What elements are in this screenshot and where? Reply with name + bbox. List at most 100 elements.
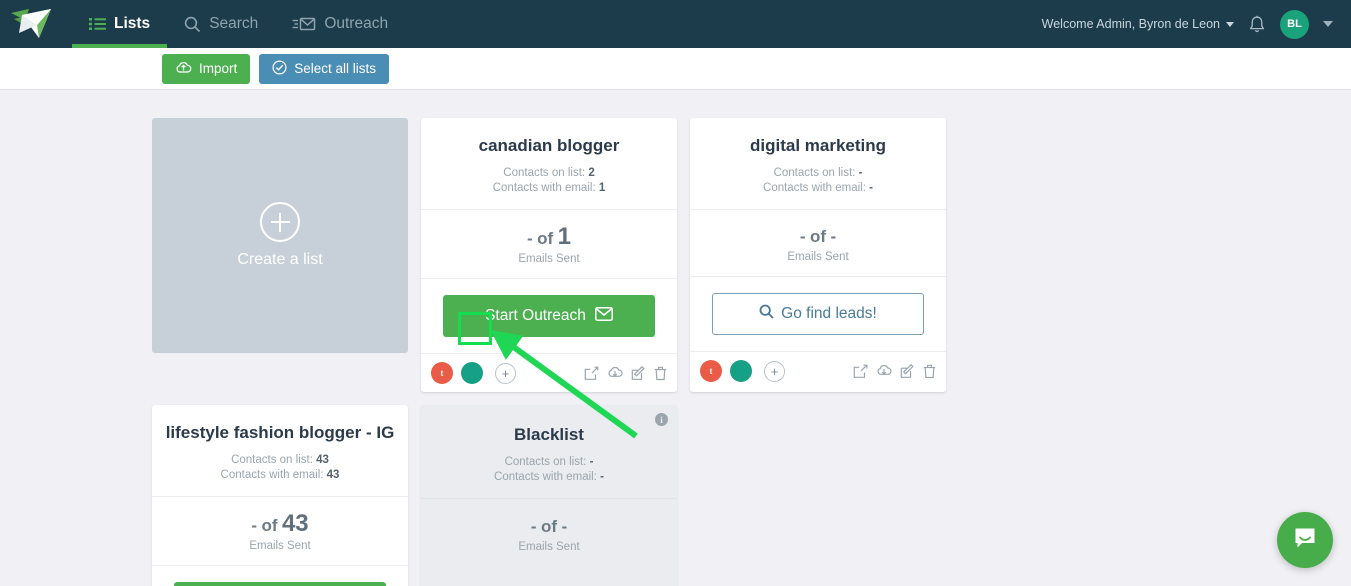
blacklist-stats: - of - Emails Sent — [421, 499, 677, 561]
contacts-with-email-value: 43 — [326, 469, 340, 481]
avatar-initials: t — [440, 368, 444, 378]
avatar-initials: BL — [1287, 18, 1302, 30]
contacts-with-email-value: - — [600, 471, 604, 483]
chevron-down-icon[interactable] — [1323, 21, 1333, 27]
nav-tab-search-label: Search — [209, 15, 259, 32]
list-card-action: Go find leads! — [690, 277, 946, 352]
list-card-stats: - of 1 Emails Sent — [421, 210, 677, 279]
top-bar-right-cluster: Welcome Admin, Byron de Leon BL — [1042, 0, 1351, 48]
emails-total-count: 43 — [281, 510, 309, 537]
list-card: lifestyle fashion blogger - IG Contacts … — [152, 405, 408, 586]
lists-content-area: Create a list canadian blogger Contacts … — [0, 90, 1351, 586]
emails-sent-label: Emails Sent — [787, 251, 849, 263]
list-card-actions — [584, 365, 667, 381]
list-card-header: lifestyle fashion blogger - IG Contacts … — [152, 405, 408, 497]
list-card-actions — [853, 363, 936, 379]
contacts-on-list-label: Contacts on list: — [504, 456, 587, 468]
envelope-logo[interactable] — [0, 0, 62, 48]
list-card-stats: - of - Emails Sent — [690, 210, 946, 277]
lists-toolbar: Import Select all lists — [0, 48, 1351, 90]
contacts-on-list: Contacts on list: - — [433, 455, 665, 470]
start-outreach-button[interactable]: Start Outreach — [174, 582, 386, 586]
start-outreach-label: Start Outreach — [485, 307, 586, 324]
contacts-on-list: Contacts on list: - — [702, 166, 934, 181]
emails-sent-ratio: - of 43 — [162, 512, 398, 539]
list-card-title: canadian blogger — [478, 136, 620, 155]
start-outreach-button[interactable]: Start Outreach — [443, 295, 655, 337]
info-icon-char: i — [660, 414, 663, 425]
contacts-with-email: Contacts with email: - — [702, 181, 934, 196]
avatar[interactable] — [730, 360, 752, 382]
select-all-lists-button[interactable]: Select all lists — [259, 53, 390, 84]
user-welcome-menu[interactable]: Welcome Admin, Byron de Leon — [1042, 17, 1234, 31]
trash-icon[interactable] — [923, 364, 936, 379]
info-icon[interactable]: i — [655, 413, 668, 426]
avatar[interactable]: BL — [1280, 9, 1309, 39]
contacts-on-list: Contacts on list: 2 — [433, 166, 665, 181]
add-member-button[interactable]: + — [495, 362, 516, 384]
list-card-action: Start Outreach — [421, 279, 677, 354]
edit-pencil-icon[interactable] — [631, 365, 646, 381]
emails-sent-ratio: - of - — [431, 515, 667, 540]
import-button-label: Import — [199, 61, 238, 76]
chat-widget-button[interactable] — [1277, 512, 1333, 568]
of-label: of — [261, 516, 278, 535]
cloud-download-icon[interactable] — [607, 366, 623, 380]
emails-sent-count: - — [251, 516, 257, 535]
emails-total-count: - — [561, 517, 568, 536]
contacts-on-list-value: - — [858, 167, 863, 179]
contacts-with-email: Contacts with email: 43 — [164, 468, 396, 483]
cloud-download-icon[interactable] — [876, 364, 892, 378]
contacts-with-email: Contacts with email: 1 — [433, 181, 665, 196]
avatar[interactable]: t — [700, 360, 722, 382]
emails-sent-count: - — [799, 227, 806, 246]
list-card-header: canadian blogger Contacts on list: 2 Con… — [421, 118, 677, 210]
contacts-with-email: Contacts with email: - — [433, 470, 665, 485]
import-button[interactable]: Import — [162, 53, 251, 84]
contacts-with-email-label: Contacts with email: — [220, 469, 324, 481]
blacklist-header: Blacklist Contacts on list: - Contacts w… — [421, 405, 677, 499]
lists-grid: Create a list canadian blogger Contacts … — [152, 118, 1212, 586]
select-all-lists-label: Select all lists — [294, 61, 377, 76]
contacts-on-list-value: - — [589, 456, 594, 468]
nav-tab-lists[interactable]: Lists — [72, 0, 168, 48]
edit-pencil-icon[interactable] — [900, 363, 915, 379]
app-root: Lists Search Outreach Welcome Admin, Byr… — [0, 0, 1351, 586]
nav-tab-outreach[interactable]: Outreach — [275, 0, 405, 48]
of-label: of — [809, 227, 827, 246]
blacklist-title: Blacklist — [514, 425, 584, 444]
emails-sent-count: - — [530, 517, 537, 536]
avatar[interactable]: t — [431, 362, 453, 384]
chat-bubble-icon — [1292, 525, 1318, 556]
emails-sent-count: - — [527, 229, 533, 248]
share-icon[interactable] — [584, 366, 599, 381]
list-icon — [89, 17, 106, 31]
nav-tab-search[interactable]: Search — [167, 0, 275, 48]
nav-tab-outreach-label: Outreach — [324, 15, 389, 32]
bell-icon[interactable] — [1248, 15, 1266, 34]
list-card-title: lifestyle fashion blogger - IG — [165, 423, 395, 442]
emails-sent-ratio: - of 1 — [431, 225, 667, 252]
create-a-list-tile[interactable]: Create a list — [152, 118, 408, 353]
contacts-with-email-value: 1 — [598, 182, 606, 194]
contacts-on-list-label: Contacts on list: — [503, 167, 586, 179]
emails-total-count: - — [830, 227, 837, 246]
share-icon[interactable] — [853, 364, 868, 379]
list-card: digital marketing Contacts on list: - Co… — [690, 118, 946, 392]
add-member-button[interactable]: + — [764, 360, 785, 382]
envelope-icon — [594, 306, 613, 326]
avatar[interactable] — [461, 362, 483, 384]
list-card-footer: t + — [690, 352, 946, 390]
trash-icon[interactable] — [654, 366, 667, 381]
cloud-upload-icon — [175, 61, 192, 77]
emails-sent-ratio: - of - — [700, 225, 936, 250]
emails-sent-label: Emails Sent — [518, 253, 580, 265]
contacts-on-list: Contacts on list: 43 — [164, 453, 396, 468]
emails-sent-label: Emails Sent — [249, 540, 311, 552]
nav-tab-lists-label: Lists — [114, 15, 151, 32]
go-find-leads-button[interactable]: Go find leads! — [712, 293, 924, 335]
contacts-with-email-label: Contacts with email: — [494, 471, 597, 483]
emails-sent-label: Emails Sent — [518, 541, 580, 553]
list-card-footer: t + — [421, 354, 677, 392]
list-card: canadian blogger Contacts on list: 2 Con… — [421, 118, 677, 392]
